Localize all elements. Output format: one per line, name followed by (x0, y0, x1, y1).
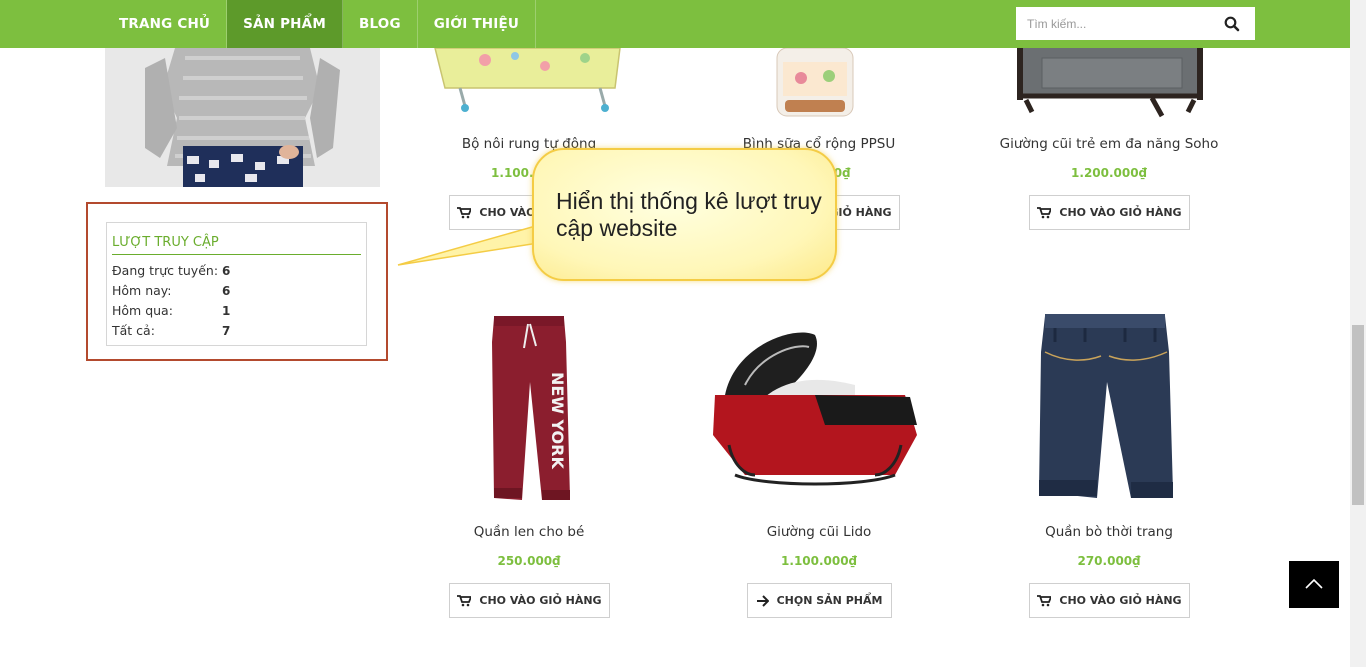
annotation-callout: Hiển thị thống kê lượt truy cập website (532, 148, 837, 281)
product-price: 1.100.000₫ (781, 554, 857, 568)
arrow-right-icon (756, 594, 769, 607)
svg-text:NEW YORK: NEW YORK (548, 372, 567, 469)
add-to-cart-button[interactable]: CHO VÀO GIỎ HÀNG (1029, 195, 1190, 230)
top-navigation-bar: TRANG CHỦ SẢN PHẨM BLOG GIỚI THIỆU (0, 0, 1350, 48)
cart-icon (457, 594, 472, 606)
select-product-button[interactable]: CHỌN SẢN PHẨM (747, 583, 892, 618)
nav-item-san-pham[interactable]: SẢN PHẨM (227, 0, 343, 48)
counter-label: Hôm qua: (112, 303, 173, 318)
product-image[interactable] (773, 48, 857, 120)
callout-text: Hiển thị thống kê lượt truy cập website (556, 188, 822, 241)
counter-value: 6 (222, 264, 231, 278)
product-image[interactable]: NEW YORK (486, 312, 572, 504)
search-input[interactable] (1016, 8, 1216, 39)
nav-item-gioi-thieu[interactable]: GIỚI THIỆU (418, 0, 537, 48)
counter-value: 7 (222, 324, 231, 338)
add-to-cart-button[interactable]: CHO VÀO GIỎ HÀNG (1029, 583, 1190, 618)
main-menu: TRANG CHỦ SẢN PHẨM BLOG GIỚI THIỆU (103, 0, 537, 48)
product-name[interactable]: Quần bò thời trang (969, 524, 1249, 540)
button-label: CHO VÀO GIỎ HÀNG (479, 594, 602, 607)
counter-row-yesterday: Hôm qua: 1 (112, 301, 361, 321)
product-image[interactable] (1012, 48, 1207, 120)
cart-icon (1037, 206, 1052, 218)
counter-label: Đang trực tuyến: (112, 263, 219, 278)
counter-value: 6 (222, 284, 231, 298)
counter-row-total: Tất cả: 7 (112, 321, 361, 341)
counter-label: Tất cả: (112, 323, 155, 338)
chevron-up-icon (1305, 578, 1323, 589)
vertical-scrollbar[interactable] (1350, 0, 1366, 667)
product-name[interactable]: Giường cũi trẻ em đa năng Soho (969, 136, 1249, 152)
product-name[interactable]: Quần len cho bé (389, 524, 669, 540)
product-image[interactable] (1035, 312, 1175, 506)
product-name[interactable]: Giường cũi Lido (679, 524, 959, 540)
product-price: 250.000₫ (497, 554, 561, 568)
scrollbar-thumb[interactable] (1352, 325, 1364, 505)
cart-icon (1037, 594, 1052, 606)
button-label: CHO VÀO GIỎ HÀNG (1059, 206, 1182, 219)
search-box (1016, 7, 1255, 40)
button-label: CHO VÀO GIỎ HÀNG (1059, 594, 1182, 607)
counter-title: LƯỢT TRUY CẬP (112, 235, 361, 255)
product-image[interactable] (705, 325, 926, 487)
page: TRANG CHỦ SẢN PHẨM BLOG GIỚI THIỆU Tìm k… (0, 0, 1366, 667)
nav-item-blog[interactable]: BLOG (343, 0, 418, 48)
search-icon[interactable] (1223, 15, 1241, 33)
product-price: 270.000₫ (1077, 554, 1141, 568)
counter-label: Hôm nay: (112, 283, 172, 298)
visit-counter-widget: LƯỢT TRUY CẬP Đang trực tuyến: 6 Hôm nay… (106, 222, 367, 346)
back-to-top-button[interactable] (1289, 561, 1339, 608)
counter-row-online: Đang trực tuyến: 6 (112, 261, 361, 281)
counter-value: 1 (222, 304, 231, 318)
sidebar-banner-image[interactable] (105, 48, 380, 187)
add-to-cart-button[interactable]: CHO VÀO GIỎ HÀNG (449, 583, 610, 618)
product-image[interactable] (425, 48, 630, 118)
counter-row-today: Hôm nay: 6 (112, 281, 361, 301)
product-price: 1.200.000₫ (1071, 166, 1147, 180)
button-label: CHỌN SẢN PHẨM (776, 594, 883, 607)
nav-item-trang-chu[interactable]: TRANG CHỦ (103, 0, 228, 48)
